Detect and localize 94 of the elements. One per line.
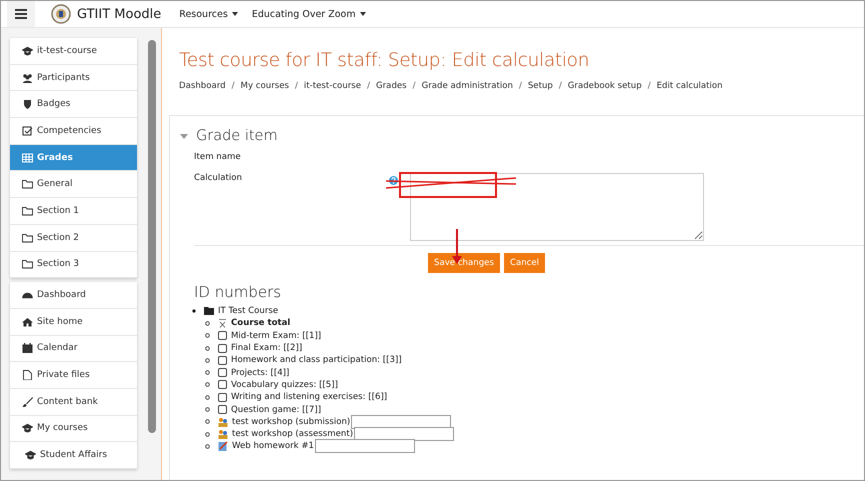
sidebar-item[interactable]: Dashboard: [10, 282, 137, 309]
sidebar-item[interactable]: My courses: [10, 416, 137, 442]
homework-icon: [218, 441, 228, 452]
cap-icon: [22, 423, 33, 434]
breadcrumb-link[interactable]: Grades: [376, 81, 407, 91]
brush-icon: [22, 396, 33, 407]
grade-item-name: Question game: [[7]]: [231, 404, 322, 415]
id-number-field[interactable]: [354, 427, 454, 442]
grade-item-name: Writing and listening exercises: [[6]]: [231, 392, 388, 402]
id-number-field[interactable]: [315, 439, 416, 454]
cap-icon: [25, 450, 36, 460]
bullet-icon: [205, 407, 210, 412]
breadcrumb-link[interactable]: Setup: [528, 81, 553, 91]
grade-item-name: Projects: [[4]]: [231, 368, 290, 378]
sidebar-item[interactable]: Calendar: [10, 336, 137, 362]
bullet-icon: [205, 320, 210, 326]
workshop-icon: [218, 416, 228, 427]
bullet-icon: [205, 419, 210, 424]
section-heading: ID numbers: [194, 283, 282, 301]
menu-button[interactable]: [7, 1, 35, 27]
field-label: Calculation: [194, 173, 243, 183]
sidebar-item[interactable]: Content bank: [10, 388, 137, 416]
breadcrumb-separator: /: [294, 81, 298, 91]
caret-icon: [232, 12, 238, 16]
grade-item-name: test workshop (assessment): [232, 429, 354, 440]
bullet-icon: [205, 394, 210, 400]
sidebar-item[interactable]: Section 2: [10, 224, 137, 252]
category-name: IT Test Course: [218, 306, 278, 316]
sidebar-item[interactable]: Site home: [10, 308, 137, 336]
sidebar-item[interactable]: Badges: [10, 91, 137, 118]
workshop-icon: [218, 429, 228, 440]
calendar-icon: [22, 343, 33, 354]
bullet-icon: [205, 432, 210, 437]
breadcrumb-link[interactable]: Grade administration: [422, 81, 513, 91]
check-icon: [22, 126, 33, 136]
sidebar-item[interactable]: Grades: [10, 144, 137, 172]
breadcrumb-separator: /: [518, 81, 522, 91]
breadcrumb-separator: /: [367, 81, 370, 91]
menu-icon: [15, 9, 27, 19]
grade-item-name: Vocabulary quizzes: [[5]]: [231, 380, 338, 390]
sidebar-item[interactable]: General: [10, 171, 137, 198]
folder-icon: [22, 206, 33, 216]
bullet-icon: [205, 444, 210, 449]
sidebar-item[interactable]: Private files: [10, 362, 137, 389]
bullet-icon: [205, 333, 210, 338]
folder-icon: [22, 179, 33, 190]
breadcrumb-separator: /: [558, 81, 562, 91]
grade-item-name: test workshop (submission): [232, 416, 350, 427]
breadcrumb-separator: /: [412, 81, 416, 91]
gauge-icon: [22, 290, 33, 300]
breadcrumb-link[interactable]: Dashboard: [179, 81, 226, 91]
breadcrumb-separator: /: [648, 81, 651, 91]
caret-icon: [180, 134, 188, 138]
breadcrumb-link[interactable]: Gradebook setup: [568, 81, 642, 91]
sidebar-item[interactable]: Section 1: [10, 198, 137, 225]
logo-icon: [51, 4, 71, 24]
id-number-field[interactable]: [351, 414, 452, 429]
sidebar-item[interactable]: Student Affairs: [10, 442, 137, 469]
nav-menu[interactable]: Resources: [175, 8, 242, 20]
calculation-field[interactable]: [410, 173, 704, 241]
sidebar-item[interactable]: it-test-course: [10, 38, 137, 65]
sidebar-item[interactable]: Section 3: [10, 252, 137, 278]
bullet-icon: [205, 370, 210, 376]
bullet-icon: [192, 309, 196, 314]
file-icon: [22, 370, 33, 380]
caret-icon: [360, 12, 366, 16]
grade-item-name: Web homework #1: [232, 441, 314, 452]
breadcrumb-link[interactable]: My courses: [240, 81, 289, 91]
page-title: Test course for IT staff: Setup: Edit calculation: [179, 50, 590, 71]
section-toggle[interactable]: Grade item: [180, 128, 864, 144]
sidebar-item[interactable]: Participants: [10, 64, 137, 92]
cap-icon: [22, 46, 33, 56]
field-label: Item name: [194, 152, 242, 162]
breadcrumb-link[interactable]: Edit calculation: [656, 81, 723, 91]
nav-menu[interactable]: Educating Over Zoom: [248, 8, 370, 20]
help-icon[interactable]: [389, 176, 398, 185]
grade-item-name: Homework and class participation: [[3]]: [231, 355, 402, 366]
shield-icon: [22, 99, 33, 110]
folder-icon: [204, 307, 214, 316]
table-icon: [22, 152, 33, 163]
bullet-icon: [205, 346, 210, 351]
breadcrumb-link[interactable]: it-test-course: [304, 81, 362, 91]
grade-item-name: Course total: [231, 318, 290, 328]
grade-item-name: Final Exam: [[2]]: [231, 343, 302, 354]
site-name[interactable]: GTIIT Moodle: [77, 6, 162, 22]
bullet-icon: [205, 382, 210, 388]
bullet-icon: [205, 358, 210, 363]
home-icon: [22, 316, 33, 327]
mean-icon: [218, 318, 227, 328]
folder-icon: [22, 232, 33, 243]
folder-icon: [22, 259, 33, 270]
grade-item-name: Mid-term Exam: [[1]]: [231, 330, 322, 341]
users-icon: [22, 72, 33, 83]
breadcrumb-separator: /: [232, 81, 235, 91]
